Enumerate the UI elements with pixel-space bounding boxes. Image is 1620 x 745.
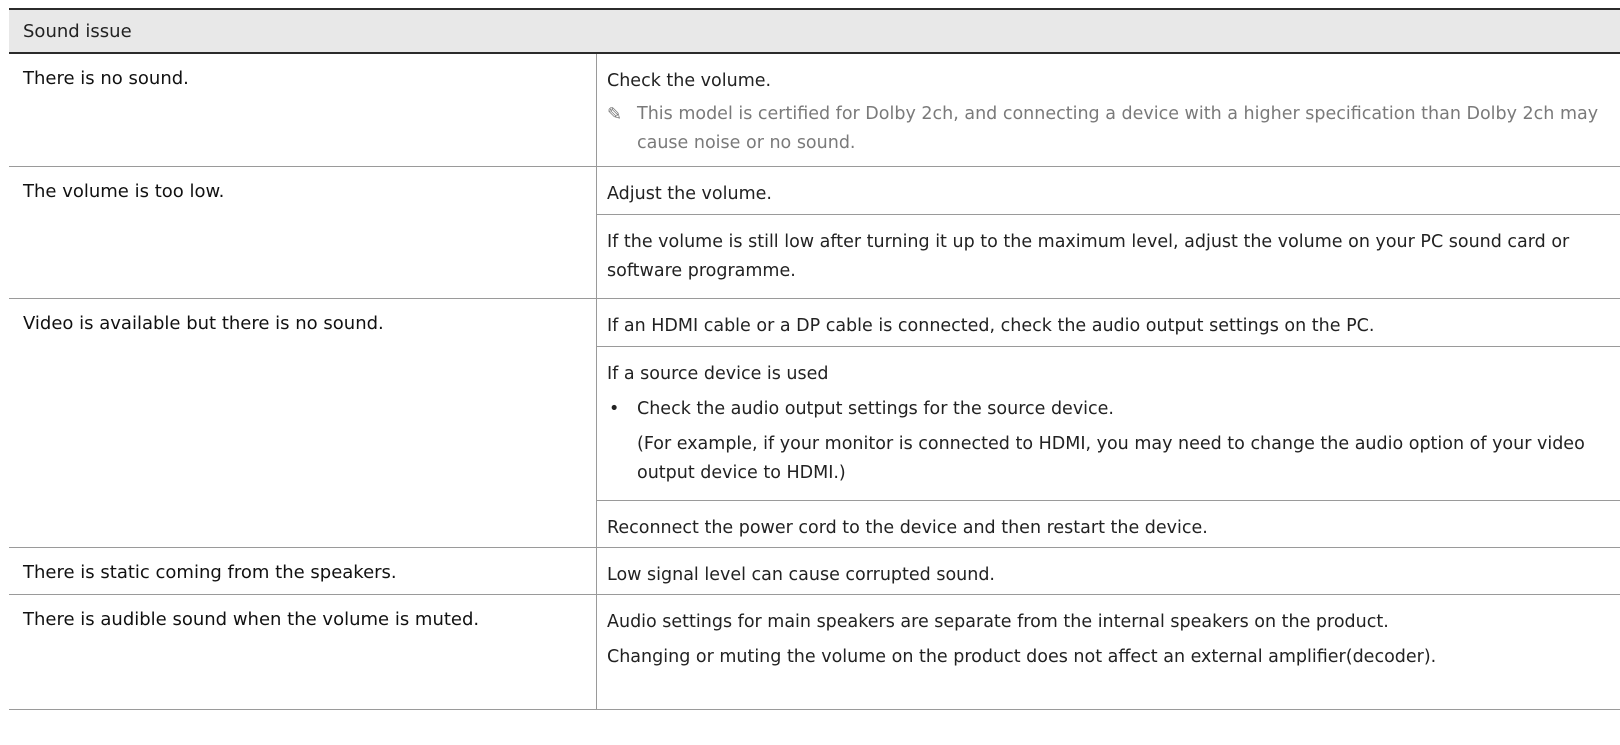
solution-text: Low signal level can cause corrupted sou… xyxy=(607,565,995,585)
table-row: Video is available but there is no sound… xyxy=(9,299,1620,548)
problem-cell: There is static coming from the speakers… xyxy=(9,548,597,594)
bullet-item: • Check the audio output settings for th… xyxy=(607,395,1610,424)
bullet-dot: • xyxy=(609,399,620,419)
problem-cell: The volume is too low. xyxy=(9,167,597,298)
solution-text: Check the volume. xyxy=(607,71,772,91)
table-row: There is static coming from the speakers… xyxy=(9,548,1620,595)
solution-column: Low signal level can cause corrupted sou… xyxy=(597,548,1620,594)
problem-cell: Video is available but there is no sound… xyxy=(9,299,597,547)
troubleshooting-table: Sound issue There is no sound. Check the… xyxy=(9,8,1620,710)
solution-column: If an HDMI cable or a DP cable is connec… xyxy=(597,299,1620,547)
section-title: Sound issue xyxy=(9,8,1620,54)
bullet-text: Check the audio output settings for the … xyxy=(637,399,1114,419)
solution-text: If a source device is used xyxy=(607,364,829,384)
problem-cell: There is audible sound when the volume i… xyxy=(9,595,597,709)
table-row: There is audible sound when the volume i… xyxy=(9,595,1620,710)
solution-text: Reconnect the power cord to the device a… xyxy=(607,518,1208,538)
note-text: This model is certified for Dolby 2ch, a… xyxy=(637,104,1599,153)
solution-cell: Low signal level can cause corrupted sou… xyxy=(597,548,1620,593)
solution-cell: Check the volume. ✎ This model is certif… xyxy=(597,54,1620,165)
solution-cell: If a source device is used • Check the a… xyxy=(597,346,1620,500)
problem-cell: There is no sound. xyxy=(9,54,597,166)
note: ✎ This model is certified for Dolby 2ch,… xyxy=(607,100,1610,158)
solution-text: If an HDMI cable or a DP cable is connec… xyxy=(607,316,1375,336)
table-row: There is no sound. Check the volume. ✎ T… xyxy=(9,54,1620,167)
solution-cell: If the volume is still low after turning… xyxy=(597,214,1620,298)
solution-column: Audio settings for main speakers are sep… xyxy=(597,595,1620,709)
solution-column: Check the volume. ✎ This model is certif… xyxy=(597,54,1620,166)
solution-cell: Reconnect the power cord to the device a… xyxy=(597,500,1620,547)
solution-text: Adjust the volume. xyxy=(607,184,772,204)
solution-column: Adjust the volume. If the volume is stil… xyxy=(597,167,1620,298)
solution-text: Audio settings for main speakers are sep… xyxy=(607,612,1389,632)
example-text: (For example, if your monitor is connect… xyxy=(637,434,1585,483)
solution-text: If the volume is still low after turning… xyxy=(607,232,1570,281)
solution-cell: Audio settings for main speakers are sep… xyxy=(597,595,1620,708)
solution-cell: Adjust the volume. xyxy=(597,167,1620,214)
solution-cell: If an HDMI cable or a DP cable is connec… xyxy=(597,299,1620,346)
pencil-note-icon: ✎ xyxy=(607,104,623,125)
solution-text: Changing or muting the volume on the pro… xyxy=(607,647,1437,667)
table-row: The volume is too low. Adjust the volume… xyxy=(9,167,1620,299)
